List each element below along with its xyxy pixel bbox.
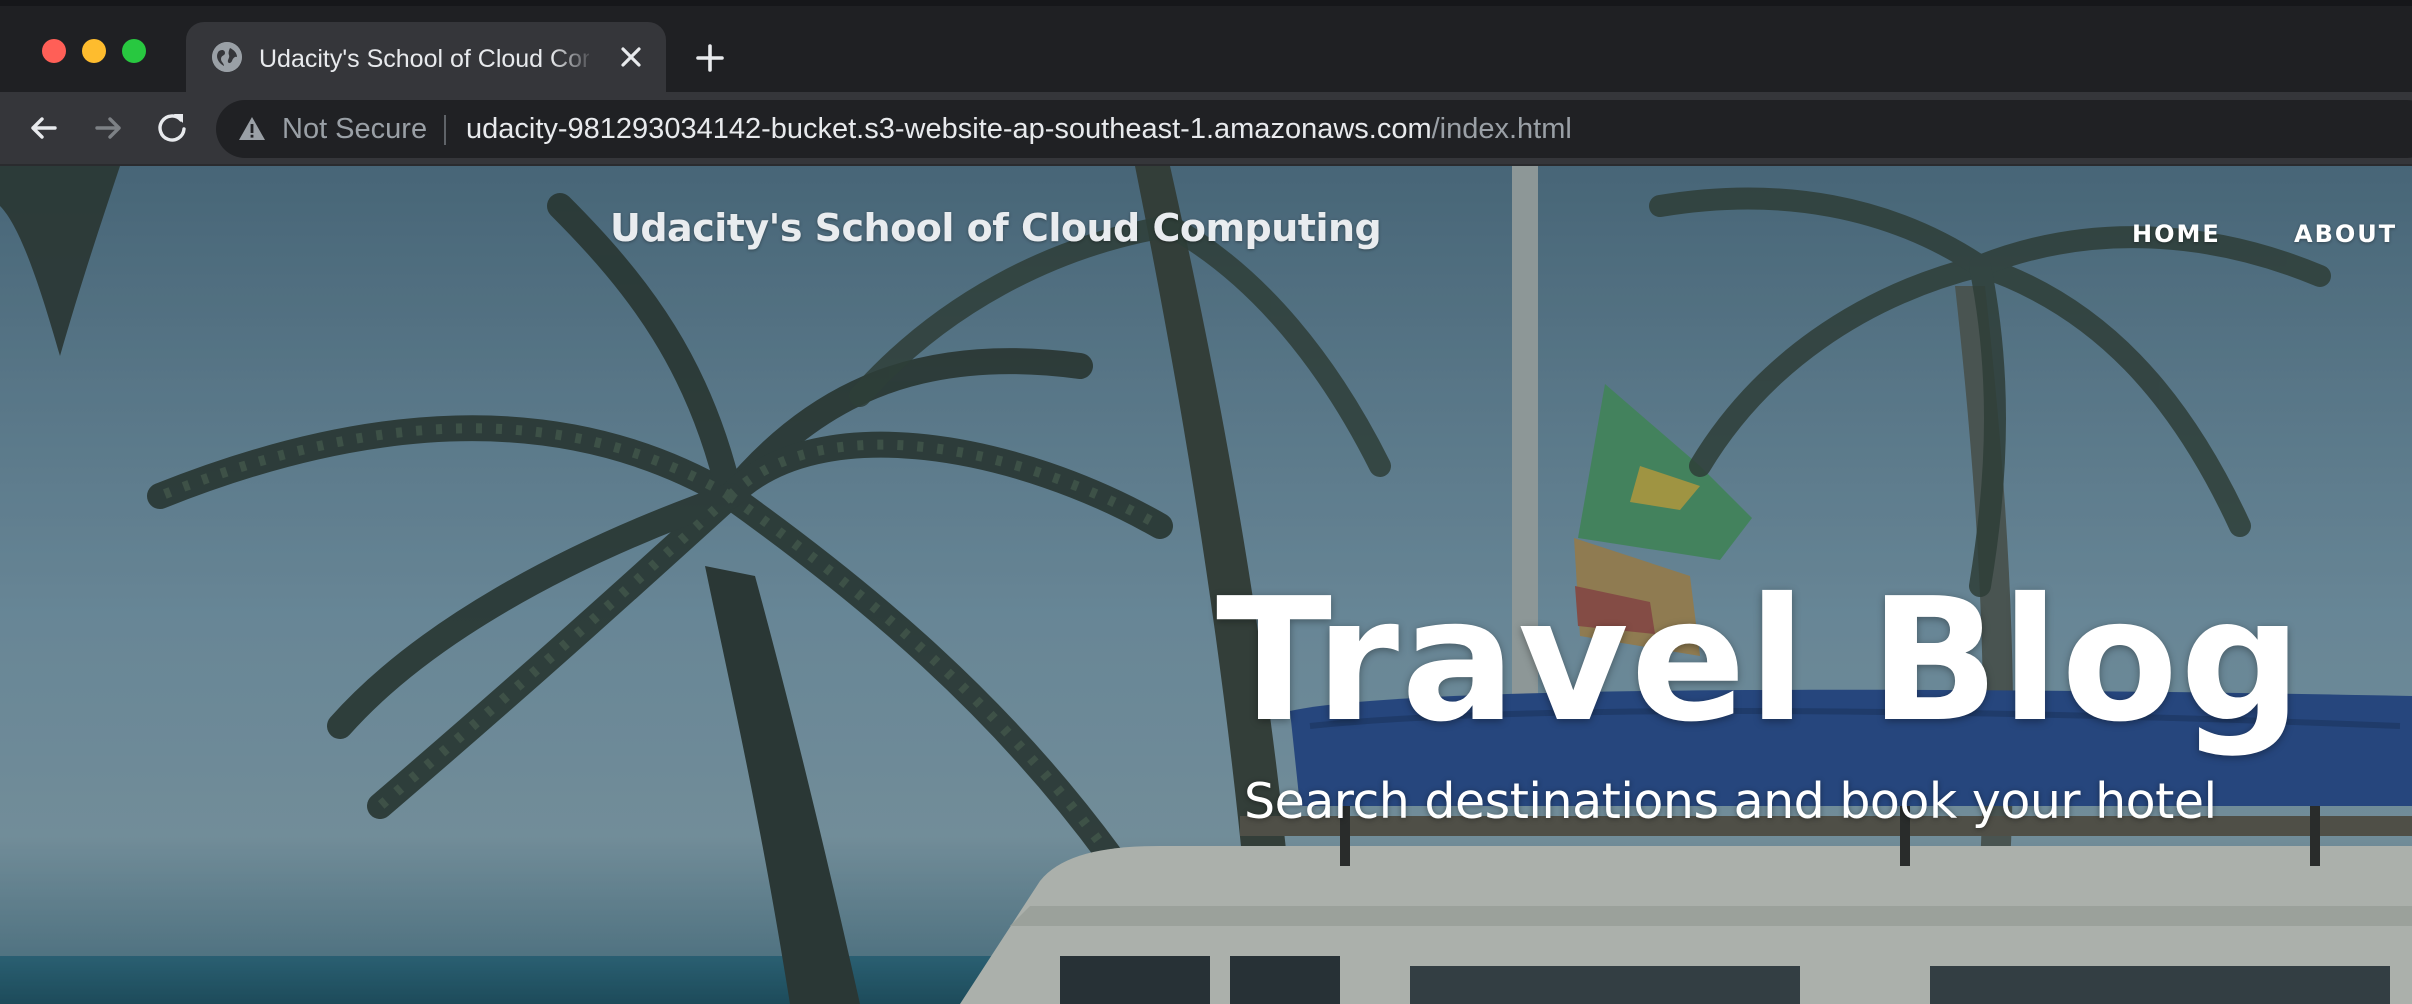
- tab-strip: Udacity's School of Cloud Computing: [0, 0, 2412, 92]
- globe-icon: [212, 42, 242, 72]
- browser-tab-active[interactable]: Udacity's School of Cloud Computing: [186, 22, 666, 92]
- warning-triangle-icon[interactable]: [238, 116, 266, 142]
- arrow-left-icon: [31, 117, 57, 139]
- tab-title: Udacity's School of Cloud Computing: [259, 45, 589, 73]
- forward-button[interactable]: [86, 106, 130, 150]
- window-close-button[interactable]: [42, 39, 66, 63]
- site-title[interactable]: Udacity's School of Cloud Computing: [610, 206, 1382, 250]
- url-host: udacity-981293034142-bucket.s3-website-a…: [466, 113, 1432, 145]
- window-minimize-button[interactable]: [82, 39, 106, 63]
- address-divider: [444, 115, 446, 145]
- hero-subheading: Search destinations and book your hotel: [1244, 773, 2217, 830]
- url-path: /index.html: [1431, 113, 1572, 145]
- reload-button[interactable]: [150, 106, 194, 150]
- back-button[interactable]: [22, 106, 66, 150]
- security-label[interactable]: Not Secure: [282, 112, 427, 146]
- address-bar[interactable]: Not Secure udacity-981293034142-bucket.s…: [216, 100, 2412, 158]
- nav-link-home[interactable]: HOME: [2132, 220, 2221, 248]
- new-tab-button[interactable]: [692, 40, 728, 76]
- window-zoom-button[interactable]: [122, 39, 146, 63]
- reload-icon: [158, 114, 186, 142]
- browser-toolbar: Not Secure udacity-981293034142-bucket.s…: [0, 92, 2412, 166]
- nav-link-about[interactable]: ABOUT: [2294, 220, 2397, 248]
- hero-heading: Travel Blog: [1216, 562, 2304, 760]
- plus-icon: [696, 44, 724, 72]
- arrow-right-icon: [95, 117, 121, 139]
- tab-title-fade: [551, 38, 596, 78]
- close-icon[interactable]: [614, 40, 648, 74]
- page-viewport: Udacity's School of Cloud Computing HOME…: [0, 166, 2412, 1004]
- url-text[interactable]: udacity-981293034142-bucket.s3-website-a…: [466, 112, 1572, 146]
